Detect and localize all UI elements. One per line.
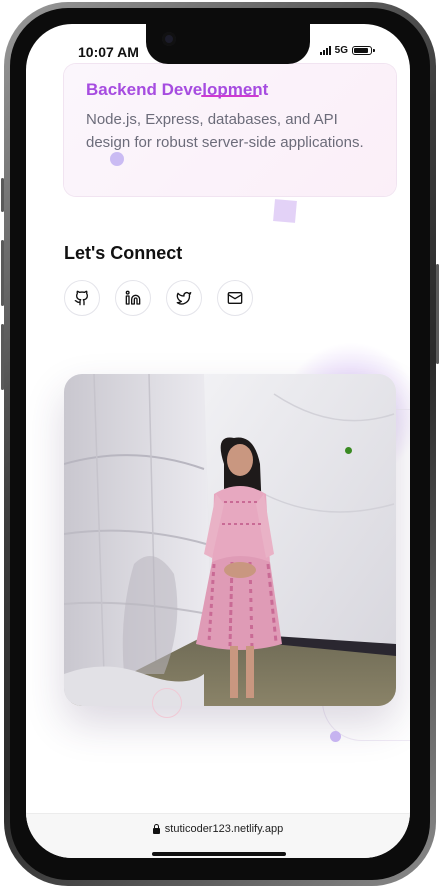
battery-icon xyxy=(352,46,375,55)
volume-up-button xyxy=(1,240,4,306)
lock-icon xyxy=(152,823,160,834)
volume-down-button xyxy=(1,324,4,390)
browser-bar: stuticoder123.netlify.app xyxy=(26,813,410,858)
email-link[interactable] xyxy=(217,280,253,316)
card-title-underline xyxy=(201,95,259,97)
status-indicators: 5G xyxy=(319,45,375,56)
connect-heading: Let's Connect xyxy=(64,243,183,263)
decorative-dot xyxy=(110,152,124,166)
url-text: stuticoder123.netlify.app xyxy=(164,823,284,835)
phone-bezel: Backend Development Node.js, Express, da… xyxy=(10,8,430,880)
notch xyxy=(146,24,310,64)
card-title: Backend Development xyxy=(86,80,269,99)
front-camera xyxy=(162,32,176,46)
decorative-purple-dot xyxy=(330,731,341,742)
decorative-circle xyxy=(152,688,182,718)
status-time: 10:07 AM xyxy=(78,44,139,60)
twitter-icon xyxy=(176,292,192,305)
mute-switch xyxy=(1,178,4,212)
decorative-green-dot xyxy=(345,447,352,454)
card-description: Node.js, Express, databases, and API des… xyxy=(86,111,364,151)
linkedin-icon xyxy=(125,290,141,305)
phone-frame: Backend Development Node.js, Express, da… xyxy=(1,2,439,886)
home-indicator[interactable] xyxy=(152,852,286,856)
profile-photo-illustration xyxy=(64,374,396,706)
profile-photo xyxy=(64,374,396,706)
twitter-link[interactable] xyxy=(166,280,202,316)
power-button xyxy=(436,264,439,364)
github-icon xyxy=(74,290,89,306)
linkedin-link[interactable] xyxy=(115,280,151,316)
skill-card: Backend Development Node.js, Express, da… xyxy=(64,64,396,196)
github-link[interactable] xyxy=(64,280,100,316)
decorative-square xyxy=(273,199,297,223)
mail-icon xyxy=(227,292,243,304)
social-links xyxy=(64,280,253,316)
screen: Backend Development Node.js, Express, da… xyxy=(26,24,410,858)
battery-fill xyxy=(354,48,368,53)
url-bar[interactable]: stuticoder123.netlify.app xyxy=(26,823,410,835)
network-label: 5G xyxy=(334,45,348,56)
signal-icon xyxy=(319,46,331,55)
